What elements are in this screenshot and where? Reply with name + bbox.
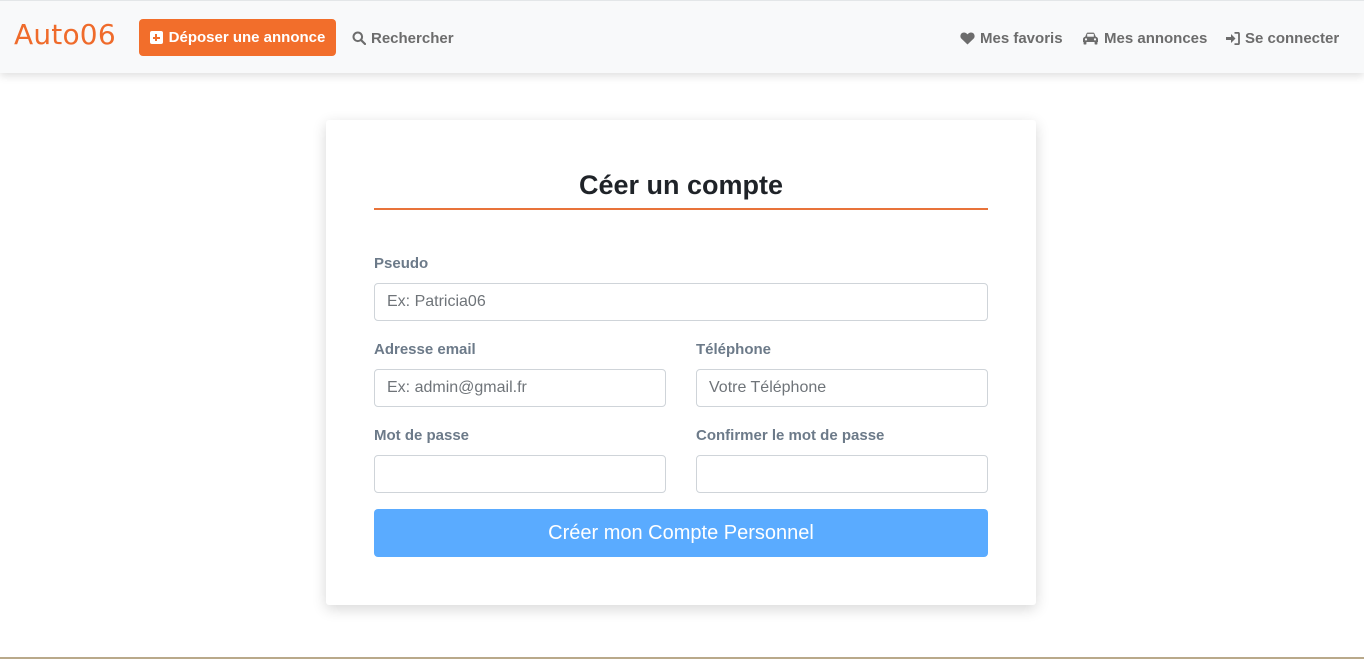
register-card: Céer un compte Pseudo Adresse email Télé… bbox=[326, 120, 1036, 605]
page-title: Céer un compte bbox=[578, 170, 784, 200]
post-ad-label: Déposer une annonce bbox=[168, 29, 326, 46]
heart-icon bbox=[960, 31, 975, 44]
nav-favorites-label: Mes favoris bbox=[980, 29, 1063, 47]
car-icon bbox=[1083, 32, 1098, 44]
nav-favorites-link[interactable]: Mes favoris bbox=[960, 28, 1063, 48]
post-ad-button[interactable]: Déposer une annonce bbox=[139, 19, 336, 56]
phone-label: Téléphone bbox=[696, 341, 772, 358]
search-icon bbox=[352, 31, 366, 45]
create-account-button[interactable]: Créer mon Compte Personnel bbox=[374, 509, 988, 557]
nav-login-label: Se connecter bbox=[1245, 29, 1340, 47]
pseudo-input[interactable] bbox=[374, 283, 988, 321]
confirm-password-input[interactable] bbox=[696, 455, 988, 493]
phone-input[interactable] bbox=[696, 369, 988, 407]
email-label: Adresse email bbox=[374, 341, 476, 358]
password-input[interactable] bbox=[374, 455, 666, 493]
top-navbar: Auto06 Déposer une annonce Rechercher Me… bbox=[0, 0, 1364, 73]
password-label: Mot de passe bbox=[374, 427, 470, 444]
nav-login-link[interactable]: Se connecter bbox=[1226, 28, 1339, 48]
nav-search-label: Rechercher bbox=[371, 29, 454, 47]
pseudo-label: Pseudo bbox=[374, 255, 429, 272]
title-underline bbox=[374, 208, 988, 210]
plus-square-icon bbox=[149, 31, 163, 44]
sign-in-icon bbox=[1226, 31, 1240, 45]
brand-logo[interactable]: Auto06 bbox=[14, 18, 116, 51]
nav-my-ads-label: Mes annonces bbox=[1104, 29, 1208, 47]
nav-search-link[interactable]: Rechercher bbox=[352, 28, 454, 48]
confirm-password-label: Confirmer le mot de passe bbox=[696, 427, 885, 444]
nav-my-ads-link[interactable]: Mes annonces bbox=[1082, 28, 1207, 48]
email-input[interactable] bbox=[374, 369, 666, 407]
